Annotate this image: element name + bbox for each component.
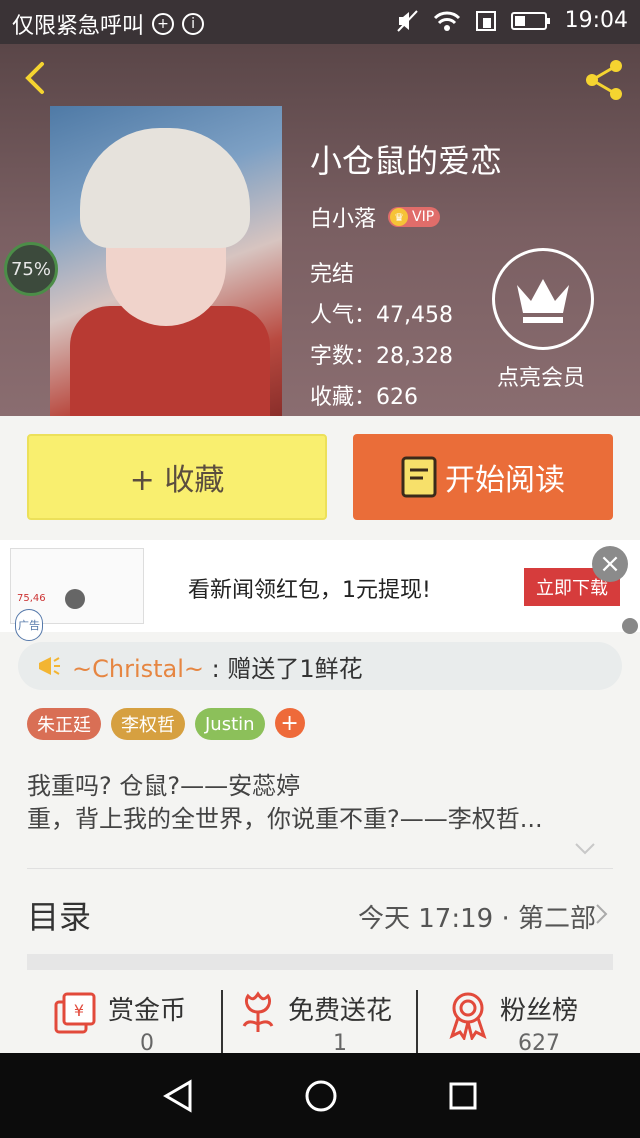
read-progress-badge: 75% bbox=[4, 242, 58, 296]
action-row: ¥ 赏金币 0 免费送花 1 粉丝榜 627 bbox=[0, 990, 640, 1053]
author-row: 白小落 ♛ VIP bbox=[310, 201, 441, 233]
ad-tag: 广告 bbox=[15, 609, 43, 641]
navigation-bar bbox=[0, 1053, 640, 1138]
send-flower-count: 1 bbox=[333, 1031, 347, 1053]
close-icon[interactable]: × bbox=[592, 546, 628, 582]
status-bar: 仅限紧急呼叫 + i 19:04 bbox=[0, 0, 640, 44]
book-cover[interactable] bbox=[50, 106, 282, 416]
ad-thumb-number: 75,46 bbox=[17, 593, 46, 604]
member-label: 点亮会员 bbox=[497, 366, 586, 391]
send-flower-label: 免费送花 bbox=[288, 996, 393, 1026]
book-title: 小仓鼠的爱恋 bbox=[310, 142, 503, 180]
divider bbox=[416, 990, 418, 1053]
ad-thumbnail: 75,46 广告 bbox=[10, 548, 144, 641]
fan-ranking-count: 627 bbox=[518, 1031, 560, 1053]
mute-icon bbox=[396, 9, 418, 32]
chevron-right-icon[interactable] bbox=[594, 902, 610, 926]
flower-icon bbox=[242, 991, 274, 1032]
send-flower-button[interactable]: 免费送花 1 bbox=[238, 990, 392, 1053]
divider bbox=[221, 990, 223, 1053]
plus-circle-icon: + bbox=[152, 13, 175, 35]
megaphone-icon bbox=[39, 657, 60, 675]
toc-title[interactable]: 目录 bbox=[27, 892, 91, 938]
coin-envelope-icon: ¥ bbox=[54, 992, 96, 1034]
gift-user: ~Christal~ bbox=[72, 654, 205, 683]
crown-icon: ♛ bbox=[390, 208, 409, 226]
recents-icon[interactable] bbox=[448, 1081, 478, 1111]
favorites-stat: 收藏：626 bbox=[310, 385, 418, 410]
vip-badge: ♛ VIP bbox=[388, 207, 441, 227]
share-icon[interactable] bbox=[580, 56, 628, 104]
svg-text:¥: ¥ bbox=[74, 1001, 84, 1020]
reward-coins-button[interactable]: ¥ 赏金币 0 bbox=[52, 990, 186, 1053]
back-icon[interactable] bbox=[162, 1079, 194, 1113]
book-status: 完结 bbox=[310, 262, 355, 287]
ad-info-icon[interactable] bbox=[622, 618, 638, 634]
info-icon: i bbox=[182, 13, 205, 35]
home-icon[interactable] bbox=[304, 1079, 338, 1113]
fan-ranking-label: 粉丝榜 bbox=[500, 996, 579, 1026]
book-description[interactable]: 我重吗? 仓鼠?——安蕊婷 重，背上我的全世界，你说重不重?——李权哲... bbox=[27, 770, 607, 836]
medal-icon bbox=[449, 992, 487, 1040]
back-arrow-icon[interactable] bbox=[18, 60, 54, 96]
fan-ranking-button[interactable]: 粉丝榜 627 bbox=[446, 990, 578, 1053]
wifi-icon bbox=[433, 11, 460, 31]
section-gap bbox=[27, 954, 613, 970]
sim-icon bbox=[475, 10, 496, 31]
gift-notice[interactable]: ~Christal~ : 赠送了1鲜花 bbox=[18, 642, 622, 690]
tag-zhuzhengting[interactable]: 朱正廷 bbox=[27, 708, 101, 740]
start-reading-label: 开始阅读 bbox=[445, 463, 565, 498]
author-name[interactable]: 白小落 bbox=[310, 201, 376, 233]
description-line: 我重吗? 仓鼠?——安蕊婷 bbox=[27, 772, 301, 800]
book-icon bbox=[401, 456, 437, 498]
tag-list: 朱正廷 李权哲 Justin + bbox=[27, 708, 305, 740]
gift-text: : 赠送了1鲜花 bbox=[204, 654, 363, 683]
add-favorite-button[interactable]: + 收藏 bbox=[27, 434, 327, 520]
ad-text: 看新闻领红包，1元提现! bbox=[188, 578, 431, 603]
tag-justin[interactable]: Justin bbox=[195, 708, 265, 740]
book-header: 75% 小仓鼠的爱恋 白小落 ♛ VIP 完结 人气：47,458 字数：28,… bbox=[0, 44, 640, 416]
vip-label: VIP bbox=[412, 209, 435, 225]
toc-latest-chapter[interactable]: 今天 17:19 · 第二部 bbox=[358, 898, 596, 935]
chevron-down-icon[interactable] bbox=[574, 840, 596, 858]
book-meta: 完结 人气：47,458 字数：28,328 收藏：626 bbox=[310, 254, 453, 416]
reward-coins-label: 赏金币 bbox=[108, 996, 187, 1026]
clock: 19:04 bbox=[564, 8, 628, 33]
ad-banner[interactable]: 75,46 广告 看新闻领红包，1元提现! 立即下载 × bbox=[0, 540, 640, 641]
battery-icon bbox=[510, 11, 550, 30]
description-line: 重，背上我的全世界，你说重不重?——李权哲... bbox=[27, 805, 543, 833]
word-count-stat: 字数：28,328 bbox=[310, 344, 453, 369]
reward-coins-count: 0 bbox=[140, 1031, 154, 1053]
crown-icon bbox=[517, 279, 569, 323]
popularity-stat: 人气：47,458 bbox=[310, 303, 453, 328]
play-icon bbox=[65, 589, 85, 609]
tag-liquanzhe[interactable]: 李权哲 bbox=[111, 708, 185, 740]
member-button[interactable] bbox=[492, 248, 594, 350]
start-reading-button[interactable]: 开始阅读 bbox=[353, 434, 613, 520]
add-tag-button[interactable]: + bbox=[274, 708, 305, 738]
carrier-text: 仅限紧急呼叫 bbox=[12, 14, 145, 39]
divider bbox=[27, 868, 613, 869]
